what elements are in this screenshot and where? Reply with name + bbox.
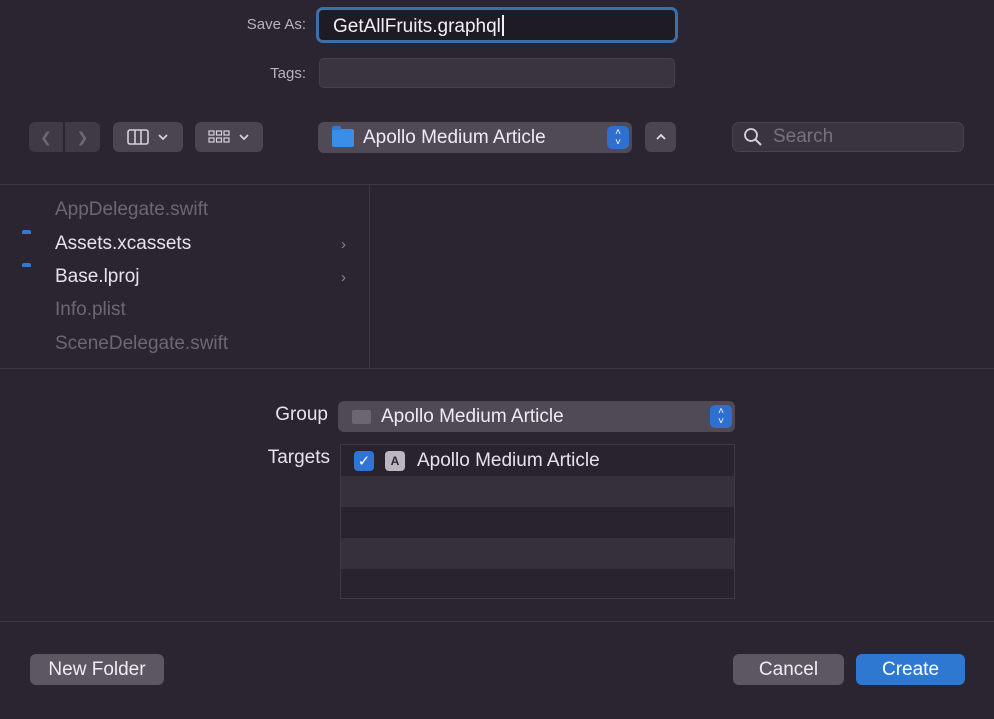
column-divider [369,185,370,368]
text-caret [501,15,504,36]
back-button[interactable]: ❮ [29,122,63,152]
app-target-icon: A [385,450,405,471]
columns-icon [126,129,149,145]
expand-button[interactable] [645,122,676,152]
grid-icon [207,130,230,143]
chevron-up-icon [655,133,666,140]
folder-icon [22,233,44,255]
updown-chevron-icon: ˄ ˅ [710,405,732,428]
target-row[interactable]: ✓ A Apollo Medium Article [341,445,734,476]
browser-bottom-divider [0,368,994,369]
file-name: Info.plist [55,299,126,320]
search-field[interactable]: Search [732,122,964,152]
file-name: Base.lproj [55,266,140,287]
file-name: AppDelegate.swift [55,199,209,220]
group-value: Apollo Medium Article [381,405,564,427]
file-row-info-plist[interactable]: Info.plist [22,295,352,325]
chevron-right-icon: › [341,268,346,286]
search-placeholder: Search [773,126,834,147]
location-label: Apollo Medium Article [363,126,546,148]
forward-button[interactable]: ❯ [65,122,100,152]
chevron-right-icon: ❯ [76,128,89,145]
group-label: Group [275,404,328,425]
folder-icon [332,125,354,147]
target-row-empty [341,569,734,600]
tags-field[interactable] [319,58,675,88]
chevron-right-icon: › [341,235,346,253]
target-name: Apollo Medium Article [417,449,600,471]
location-popup[interactable]: Apollo Medium Article ˄ ˅ [318,122,632,153]
chevron-left-icon: ❮ [40,128,52,145]
swift-file-icon [22,333,44,355]
target-checkbox[interactable]: ✓ [354,450,374,471]
file-row-scenedelegate[interactable]: SceneDelegate.swift [22,329,352,359]
save-as-value: GetAllFruits.graphql [333,16,501,37]
file-row-assets[interactable]: Assets.xcassets › [22,229,352,259]
plist-file-icon [22,299,44,321]
updown-chevron-icon: ˄ ˅ [607,126,629,149]
chevron-down-icon [157,134,168,141]
target-row-empty [341,507,734,538]
tags-label: Tags: [270,65,306,82]
file-name: Assets.xcassets [55,233,192,254]
swift-file-icon [22,199,44,221]
target-row-empty [341,538,734,569]
targets-label: Targets [267,447,330,468]
create-button[interactable]: Create [856,654,965,685]
target-row-empty [341,476,734,507]
cancel-button[interactable]: Cancel [733,654,844,685]
targets-table: ✓ A Apollo Medium Article [340,444,735,599]
file-row-base-lproj[interactable]: Base.lproj › [22,262,352,292]
new-folder-button[interactable]: New Folder [30,654,164,685]
footer-divider [0,621,994,622]
save-as-label: Save As: [246,16,306,33]
folder-icon [352,409,371,424]
folder-icon [22,266,44,288]
browser-top-divider [0,184,994,185]
column-view-button[interactable] [113,122,183,152]
file-row-appdelegate[interactable]: AppDelegate.swift [22,195,352,225]
file-name: SceneDelegate.swift [55,333,229,354]
search-icon [744,128,762,146]
save-as-field[interactable]: GetAllFruits.graphql [316,7,678,43]
icon-view-button[interactable] [195,122,263,152]
chevron-down-icon [238,134,249,141]
group-popup[interactable]: Apollo Medium Article ˄ ˅ [338,401,735,432]
